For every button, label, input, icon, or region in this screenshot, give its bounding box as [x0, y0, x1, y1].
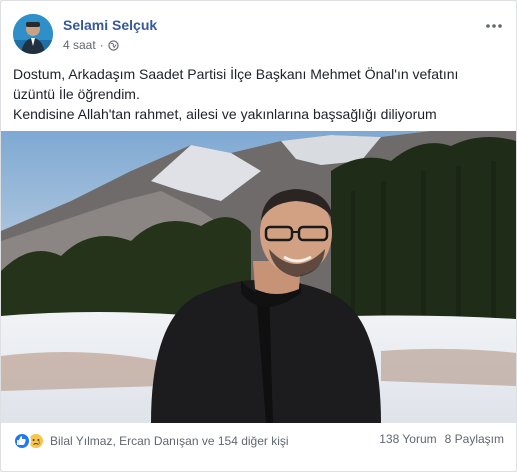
post-text: Dostum, Arkadaşım Saadet Partisi İlçe Ba…: [13, 64, 505, 124]
shares-count[interactable]: 8 Paylaşım: [445, 432, 504, 446]
meta-separator: ·: [99, 38, 104, 52]
post-text-line: Dostum, Arkadaşım Saadet Partisi İlçe Ba…: [13, 66, 459, 82]
photo-image: [1, 131, 516, 423]
post-photo[interactable]: [1, 131, 516, 423]
engagement-counts: 138 Yorum 8 Paylaşım: [379, 432, 504, 446]
post-text-line: Kendisine Allah'tan rahmet, ailesi ve ya…: [13, 106, 437, 122]
author-name[interactable]: Selami Selçuk: [63, 17, 157, 33]
reaction-names[interactable]: Bilal Yılmaz, Ercan Danışan ve 154 diğer…: [50, 434, 289, 448]
more-horizontal-icon[interactable]: [484, 16, 504, 36]
post-time[interactable]: 4 saat: [63, 38, 96, 52]
post-text-line: üzüntü İle öğrendim.: [13, 86, 140, 102]
reactions-summary: Bilal Yılmaz, Ercan Danışan ve 154 diğer…: [13, 432, 289, 450]
comments-count[interactable]: 138 Yorum: [379, 432, 436, 446]
author-avatar[interactable]: [13, 14, 53, 54]
like-icon[interactable]: [13, 432, 31, 450]
avatar-image: [13, 14, 53, 54]
globe-icon[interactable]: [108, 39, 119, 51]
post-card: Selami Selçuk 4 saat · Dostum, Arkadaşım…: [0, 0, 517, 472]
reaction-icons[interactable]: [13, 432, 45, 450]
post-header: Selami Selçuk 4 saat ·: [13, 14, 504, 56]
post-meta: 4 saat ·: [63, 38, 119, 52]
